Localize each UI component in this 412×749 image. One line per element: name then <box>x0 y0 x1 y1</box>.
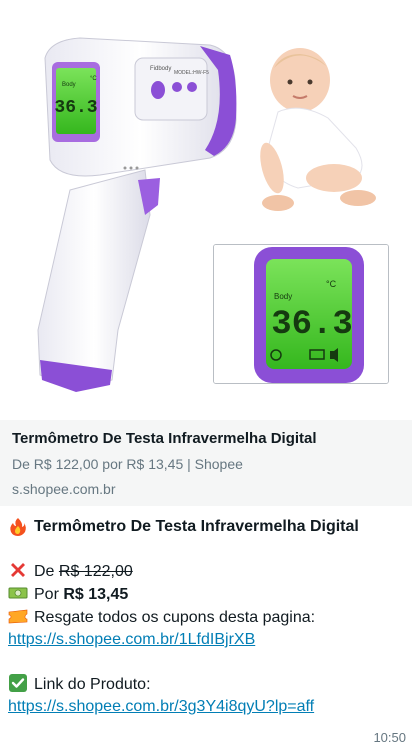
svg-text:Fidbody: Fidbody <box>150 66 171 72</box>
message-text: Termômetro De Testa Infravermelha Digita… <box>8 516 404 718</box>
svg-text:°C: °C <box>90 76 97 82</box>
new-price-line: Por R$ 13,45 <box>8 583 404 606</box>
coupon-link[interactable]: https://s.shopee.com.br/1LfdIBjrXB <box>8 631 255 648</box>
svg-text:Body: Body <box>274 292 292 301</box>
new-price-prefix: Por <box>34 586 64 603</box>
svg-text:MODEL:HW-F5: MODEL:HW-F5 <box>174 70 209 76</box>
check-mark-icon <box>9 674 27 692</box>
cross-mark-icon <box>11 563 25 577</box>
headline-text: Termômetro De Testa Infravermelha Digita… <box>34 518 359 535</box>
baby-image <box>260 48 376 211</box>
old-price-line: De R$ 122,00 <box>8 560 404 583</box>
link-preview-description: De R$ 122,00 por R$ 13,45 | Shopee <box>12 456 243 472</box>
svg-text:36.3: 36.3 <box>54 98 97 118</box>
old-price-prefix: De <box>34 563 59 580</box>
link-preview-domain: s.shopee.com.br <box>12 481 116 497</box>
headline-line: Termômetro De Testa Infravermelha Digita… <box>8 516 404 538</box>
link-preview-image[interactable]: 36.3 Body °C Fidbody MODEL:HW-F5 Body °C… <box>0 0 412 420</box>
svg-text:Body: Body <box>62 82 76 88</box>
product-link[interactable]: https://s.shopee.com.br/3g3Y4i8qyU?lp=af… <box>8 698 314 715</box>
product-label: Link do Produto: <box>34 676 151 693</box>
coupon-line: Resgate todos os cupons desta pagina: <box>8 606 404 629</box>
product-line: Link do Produto: <box>8 673 404 696</box>
coupon-ticket-icon <box>8 609 28 624</box>
thermometer-screen-closeup: Body °C 36.3 <box>214 245 388 383</box>
link-preview-info[interactable]: Termômetro De Testa Infravermelha Digita… <box>0 420 412 506</box>
coupon-text: Resgate todos os cupons desta pagina: <box>34 609 316 626</box>
new-price: R$ 13,45 <box>63 586 129 603</box>
message-bubble: 36.3 Body °C Fidbody MODEL:HW-F5 Body °C… <box>0 0 412 749</box>
svg-text:°C: °C <box>326 279 337 289</box>
money-bill-icon <box>8 587 28 599</box>
svg-text:36.3: 36.3 <box>271 306 353 344</box>
old-price: R$ 122,00 <box>58 563 133 580</box>
link-preview-title: Termômetro De Testa Infravermelha Digita… <box>12 430 317 447</box>
inset-screen-zoom: Body °C 36.3 <box>213 244 389 384</box>
message-timestamp: 10:50 <box>373 730 406 745</box>
fire-icon <box>10 518 26 536</box>
